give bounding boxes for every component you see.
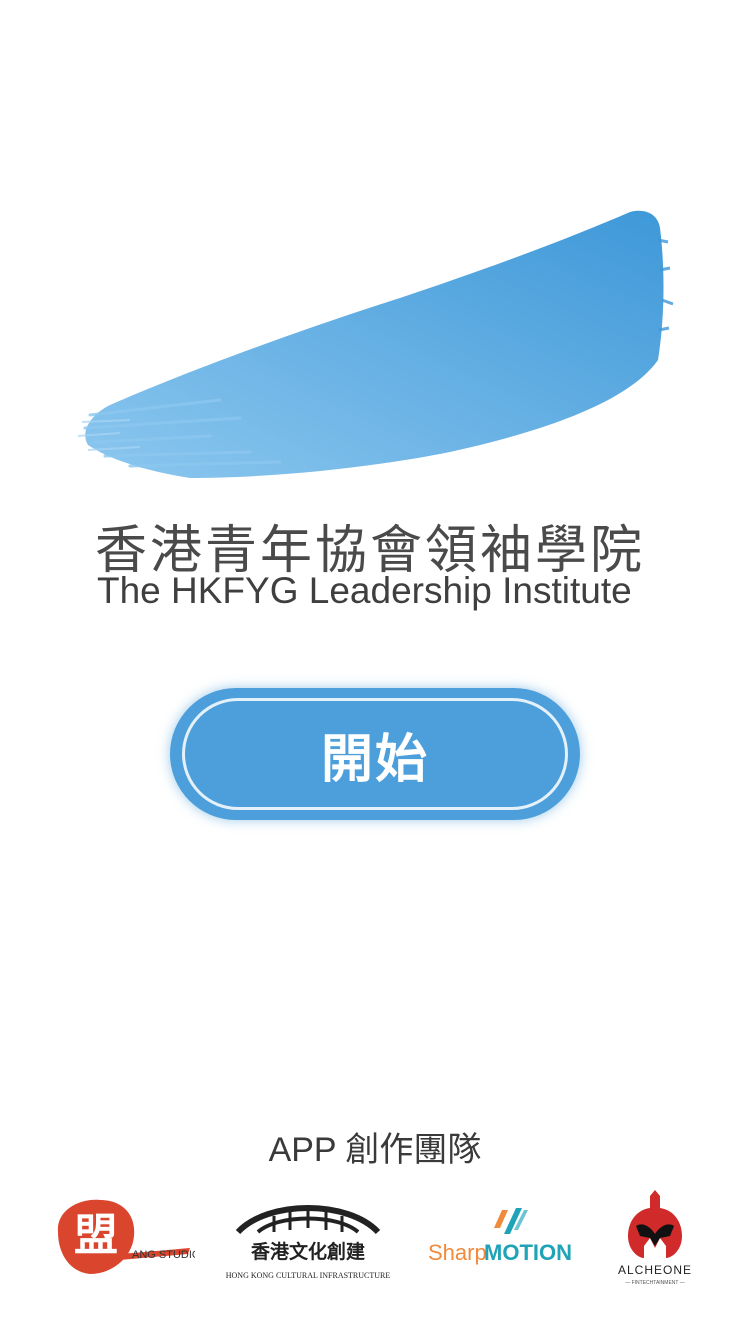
sharpmotion-bars-icon: Sharp MOTION: [428, 1208, 572, 1265]
alcheone-text: ALCHEONE: [618, 1263, 692, 1277]
motion-text: MOTION: [484, 1240, 572, 1265]
spartan-helmet-icon: ALCHEONE — FINTECHTAINMENT —: [618, 1190, 692, 1286]
cultural-en-text: HONG KONG CULTURAL INFRASTRUCTURE: [226, 1271, 391, 1280]
ang-studio-logo: 盟 ANG STUDIO: [50, 1192, 201, 1282]
credits-title: APP 創作團隊: [268, 1131, 482, 1169]
bridge-arch-icon: 香港文化創建 HONG KONG CULTURAL INFRASTRUCTURE: [226, 1205, 391, 1280]
ang-studio-emblem-icon: 盟 ANG STUDIO: [57, 1199, 201, 1274]
ang-mark: 盟: [74, 1210, 118, 1261]
sharp-text: Sharp: [428, 1240, 487, 1265]
start-button[interactable]: 開始: [170, 688, 580, 820]
hk-cultural-infrastructure-logo: 香港文化創建 HONG KONG CULTURAL INFRASTRUCTURE: [218, 1196, 398, 1286]
cultural-cn-text: 香港文化創建: [250, 1240, 365, 1263]
start-button-label: 開始: [320, 729, 429, 790]
institute-name-english: The HKFYG Leadership Institute: [97, 570, 632, 611]
sharpmotion-logo: Sharp MOTION: [428, 1204, 578, 1274]
alcheone-logo: ALCHEONE — FINTECHTAINMENT —: [606, 1186, 704, 1288]
brush-stroke-logo: [77, 210, 674, 478]
ang-studio-text: ANG STUDIO: [132, 1249, 195, 1261]
fintechtainment-text: — FINTECHTAINMENT —: [625, 1280, 685, 1286]
